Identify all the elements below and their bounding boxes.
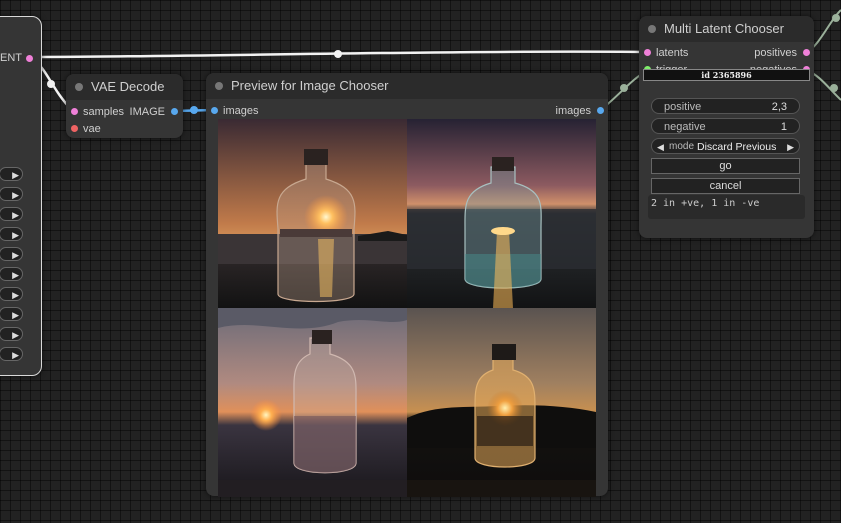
vae-input-dot[interactable] <box>71 125 78 132</box>
mode-right-arrow-icon[interactable]: ▶ <box>787 139 794 155</box>
preview-chooser-title: Preview for Image Chooser <box>231 78 389 93</box>
images-output-dot[interactable] <box>597 107 604 114</box>
left-toggle-8[interactable]: ▶ <box>0 307 23 321</box>
preview-image-2[interactable] <box>407 119 596 308</box>
left-node-output-label: ENT <box>0 52 22 64</box>
status-text: 2 in +ve, 1 in -ve <box>648 195 805 219</box>
preview-image-3[interactable] <box>218 308 407 497</box>
latent-wire-vae-midpoint <box>47 80 55 88</box>
mode-combo-label: mode <box>669 141 695 152</box>
images-input-label: images <box>223 105 259 117</box>
left-toggle-10[interactable]: ▶ <box>0 347 23 361</box>
latent-wire-midpoint <box>334 50 342 58</box>
negative-widget[interactable]: negative 1 <box>651 118 800 134</box>
samples-input-dot[interactable] <box>71 108 78 115</box>
vae-decode-title-bar[interactable]: VAE Decode <box>66 74 183 100</box>
preview-chooser-title-bar[interactable]: Preview for Image Chooser <box>206 73 608 99</box>
images-output-label: images <box>555 105 591 117</box>
mode-combo-value: Discard Previous <box>697 141 777 153</box>
negative-widget-value: 1 <box>780 121 787 133</box>
preview-image-chooser-node[interactable]: Preview for Image Chooser images images <box>206 73 608 497</box>
multi-latent-chooser-node[interactable]: Multi Latent Chooser latents trigger pos… <box>639 16 814 238</box>
image-output-label: IMAGE <box>129 106 165 118</box>
image-output-dot[interactable] <box>171 108 178 115</box>
positives-wire-midpoint <box>832 14 840 22</box>
left-toggle-4[interactable]: ▶ <box>0 227 23 241</box>
positives-output-dot[interactable] <box>803 49 810 56</box>
latents-input-label: latents <box>656 47 689 59</box>
left-toggle-6[interactable]: ▶ <box>0 267 23 281</box>
left-node-latent-output-dot[interactable] <box>26 55 33 62</box>
positive-widget-label: positive <box>664 101 702 113</box>
vae-decode-title: VAE Decode <box>91 79 165 94</box>
mode-combo[interactable]: ◀ mode Discard Previous ▶ <box>651 138 800 154</box>
latents-input-dot[interactable] <box>644 49 651 56</box>
collapse-dot-icon[interactable] <box>75 83 83 91</box>
trigger-wire-midpoint <box>620 84 628 92</box>
positive-widget-value: 2,3 <box>771 101 787 113</box>
cancel-button[interactable]: cancel <box>651 178 800 194</box>
negatives-wire-midpoint <box>830 84 838 92</box>
collapse-dot-icon[interactable] <box>648 25 656 33</box>
preview-image-4[interactable] <box>407 308 596 497</box>
positive-widget[interactable]: positive 2,3 <box>651 98 800 114</box>
go-button[interactable]: go <box>651 158 800 174</box>
left-toggle-2[interactable]: ▶ <box>0 187 23 201</box>
vae-input-label: vae <box>83 123 101 135</box>
multi-latent-chooser-title: Multi Latent Chooser <box>664 21 784 36</box>
multi-latent-chooser-title-bar[interactable]: Multi Latent Chooser <box>639 16 814 42</box>
negative-widget-label: negative <box>664 121 706 133</box>
images-input-dot[interactable] <box>211 107 218 114</box>
vae-decode-node[interactable]: VAE Decode samples vae IMAGE <box>66 74 183 138</box>
left-toggle-9[interactable]: ▶ <box>0 327 23 341</box>
node-id-label: id 2365896 <box>643 69 810 81</box>
preview-image-1[interactable] <box>218 119 407 308</box>
left-toggle-3[interactable]: ▶ <box>0 207 23 221</box>
image-wire-midpoint <box>190 106 198 114</box>
positives-output-label: positives <box>754 47 797 59</box>
samples-input-label: samples <box>83 106 124 118</box>
left-toggle-5[interactable]: ▶ <box>0 247 23 261</box>
left-toggle-1[interactable]: ▶ <box>0 167 23 181</box>
left-partial-node[interactable]: ENT ▶ ▶ ▶ ▶ ▶ ▶ ▶ ▶ ▶ ▶ <box>0 16 42 376</box>
left-toggle-7[interactable]: ▶ <box>0 287 23 301</box>
collapse-dot-icon[interactable] <box>215 82 223 90</box>
mode-left-arrow-icon[interactable]: ◀ <box>657 139 664 155</box>
